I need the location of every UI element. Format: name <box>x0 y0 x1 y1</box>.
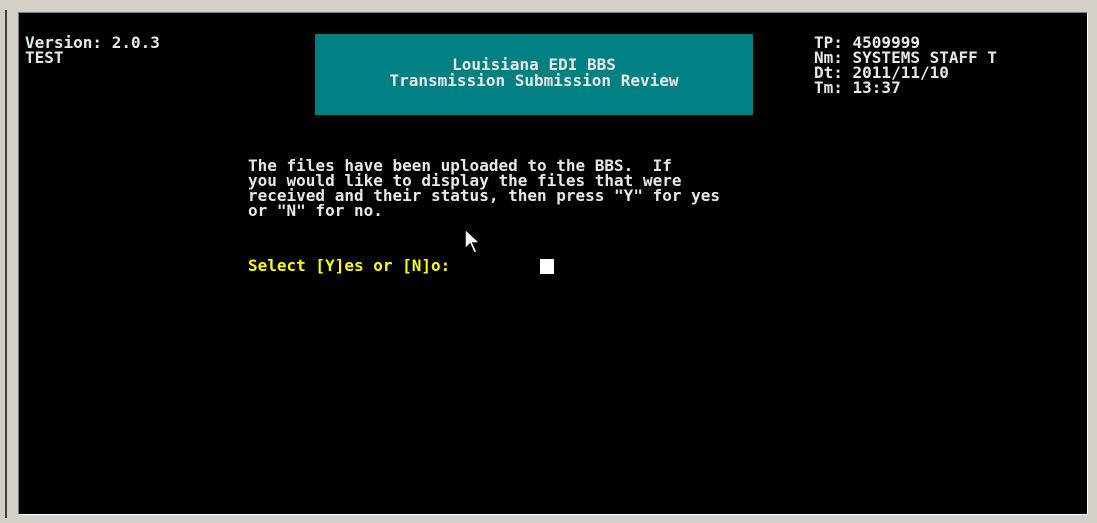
terminal-screen[interactable]: Version: 2.0.3 TEST Louisiana EDI BBS Tr… <box>18 12 1088 515</box>
environment-label: TEST <box>25 48 64 67</box>
select-prompt: Select [Y]es or [N]o: <box>248 256 451 275</box>
message-line-4: or "N" for no. <box>248 201 383 220</box>
banner-subtitle: Transmission Submission Review <box>389 71 679 90</box>
title-banner: Louisiana EDI BBS Transmission Submissio… <box>315 34 753 115</box>
time-label: Tm: 13:37 <box>814 78 901 97</box>
mouse-pointer-icon <box>464 227 482 254</box>
text-cursor-block[interactable] <box>540 259 554 274</box>
window-frame-edge <box>5 10 7 518</box>
